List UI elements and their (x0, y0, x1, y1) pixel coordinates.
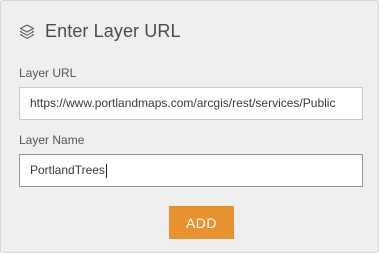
layer-name-label: Layer Name (19, 133, 85, 147)
text-caret (105, 163, 107, 178)
panel-header: Enter Layer URL (19, 19, 181, 43)
layer-name-value: PortlandTrees (30, 163, 105, 177)
layer-url-label: Layer URL (19, 66, 77, 80)
add-button[interactable]: ADD (169, 206, 234, 239)
layers-icon (19, 23, 35, 39)
layer-url-input[interactable]: https://www.portlandmaps.com/arcgis/rest… (19, 87, 363, 120)
panel-title: Enter Layer URL (45, 20, 181, 41)
layer-url-value: https://www.portlandmaps.com/arcgis/rest… (30, 96, 336, 110)
layer-name-input[interactable]: PortlandTrees (19, 154, 363, 187)
enter-layer-url-panel: Enter Layer URL Layer URL https://www.po… (0, 0, 379, 253)
